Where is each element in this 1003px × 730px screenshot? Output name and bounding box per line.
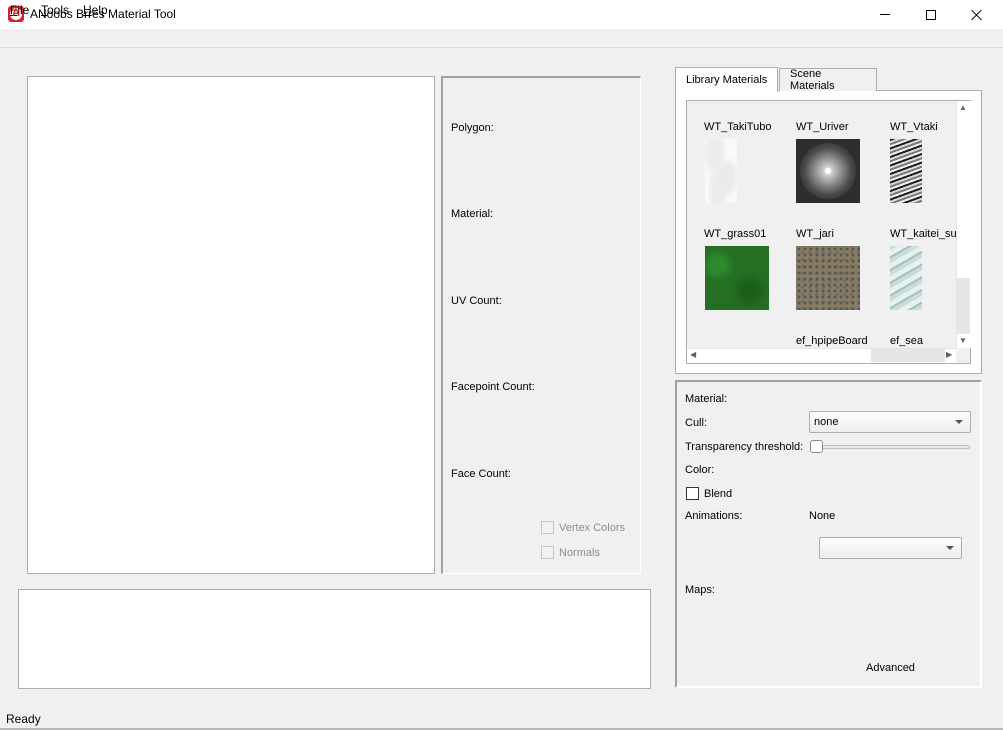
transparency-slider-track[interactable] bbox=[813, 445, 970, 449]
material-item-name[interactable]: WT_jari bbox=[796, 228, 834, 240]
maximize-icon bbox=[926, 9, 936, 20]
uv-count-label: UV Count: bbox=[451, 295, 502, 307]
material-item-name[interactable]: WT_grass01 bbox=[704, 228, 766, 240]
cull-select[interactable]: none bbox=[809, 411, 971, 433]
normals-label: Normals bbox=[559, 546, 600, 559]
color-label: Color: bbox=[685, 464, 715, 476]
animations-value: None bbox=[809, 510, 836, 522]
material-item-name[interactable]: WT_TakiTubo bbox=[704, 121, 771, 133]
menu-bar bbox=[0, 29, 1003, 48]
tab-scene-materials[interactable]: Scene Materials bbox=[779, 68, 877, 92]
scroll-right-icon[interactable]: ▶ bbox=[946, 350, 952, 359]
material-thumbnail-uriver[interactable] bbox=[796, 139, 860, 203]
properties-material-label: Material: bbox=[685, 393, 728, 405]
animations-label: Animations: bbox=[685, 510, 743, 522]
polygon-label: Polygon: bbox=[451, 122, 494, 134]
blend-checkbox-box[interactable] bbox=[686, 487, 699, 500]
maps-label: Maps: bbox=[685, 584, 715, 596]
material-thumbnail-grass01[interactable] bbox=[705, 246, 769, 310]
material-label: Material: bbox=[451, 208, 494, 220]
animation-select[interactable] bbox=[819, 537, 962, 559]
scroll-left-icon[interactable]: ◀ bbox=[690, 350, 696, 359]
material-thumbnail-jari[interactable] bbox=[796, 246, 860, 310]
cull-label: Cull: bbox=[685, 417, 708, 429]
transparency-threshold-label: Transparency threshold: bbox=[685, 441, 804, 453]
app-logo-icon: A bbox=[8, 6, 24, 22]
scroll-down-icon[interactable]: ▼ bbox=[959, 336, 967, 345]
menu-help-label: elp bbox=[91, 3, 108, 17]
tab-library-materials[interactable]: Library Materials bbox=[675, 67, 779, 92]
menu-help-accesskey: H bbox=[83, 3, 92, 17]
vertex-colors-checkbox-box[interactable] bbox=[541, 521, 554, 534]
face-count-label: Face Count: bbox=[451, 468, 511, 480]
material-item-name[interactable]: WT_Uriver bbox=[796, 121, 849, 133]
material-item-name[interactable]: ef_sea bbox=[890, 335, 923, 347]
material-item-name[interactable]: WT_kaitei_sur bbox=[890, 228, 956, 240]
material-item-name[interactable]: ef_hpipeBoard bbox=[796, 335, 868, 347]
transparency-slider-handle[interactable] bbox=[810, 440, 823, 453]
minimize-icon bbox=[880, 14, 890, 15]
blend-checkbox[interactable]: Blend bbox=[686, 487, 732, 500]
maximize-button[interactable] bbox=[908, 0, 954, 29]
material-item-name[interactable]: WT_Vtaki bbox=[890, 121, 938, 133]
horizontal-scroll-thumb[interactable] bbox=[871, 349, 945, 362]
minimize-button[interactable] bbox=[862, 0, 908, 29]
status-text: Ready bbox=[6, 712, 41, 726]
blend-label: Blend bbox=[704, 487, 733, 500]
polygon-info-panel bbox=[441, 76, 641, 574]
close-button[interactable] bbox=[954, 0, 1000, 29]
facepoint-count-label: Facepoint Count: bbox=[451, 381, 535, 393]
material-thumbnail-taki-tubo[interactable] bbox=[705, 139, 737, 203]
menu-tools[interactable]: Tools bbox=[41, 3, 69, 17]
vertex-colors-label: Vertex Colors bbox=[559, 521, 626, 534]
advanced-button[interactable]: Advanced bbox=[866, 662, 915, 674]
model-viewport[interactable] bbox=[27, 76, 435, 574]
material-thumbnail-vtaki[interactable] bbox=[890, 139, 922, 203]
cull-select-value: none bbox=[814, 416, 839, 428]
chevron-down-icon bbox=[946, 546, 954, 550]
normals-checkbox[interactable]: Normals bbox=[541, 546, 600, 559]
app-logo-glyph: A bbox=[12, 7, 20, 19]
menu-tools-label: ools bbox=[47, 3, 70, 17]
tab-scene-label: Scene Materials bbox=[790, 68, 835, 92]
tab-library-label: Library Materials bbox=[686, 74, 768, 86]
material-thumbnail-kaitei-sur[interactable] bbox=[890, 246, 922, 310]
chevron-down-icon bbox=[955, 420, 963, 424]
scroll-up-icon[interactable]: ▲ bbox=[959, 103, 967, 112]
normals-checkbox-box[interactable] bbox=[541, 546, 554, 559]
close-icon bbox=[971, 9, 983, 21]
log-output-box[interactable] bbox=[18, 589, 651, 689]
vertical-scroll-thumb[interactable] bbox=[957, 278, 970, 334]
vertex-colors-checkbox[interactable]: Vertex Colors bbox=[541, 521, 625, 534]
sphere-shape bbox=[800, 143, 856, 199]
menu-help[interactable]: Help bbox=[83, 3, 108, 17]
